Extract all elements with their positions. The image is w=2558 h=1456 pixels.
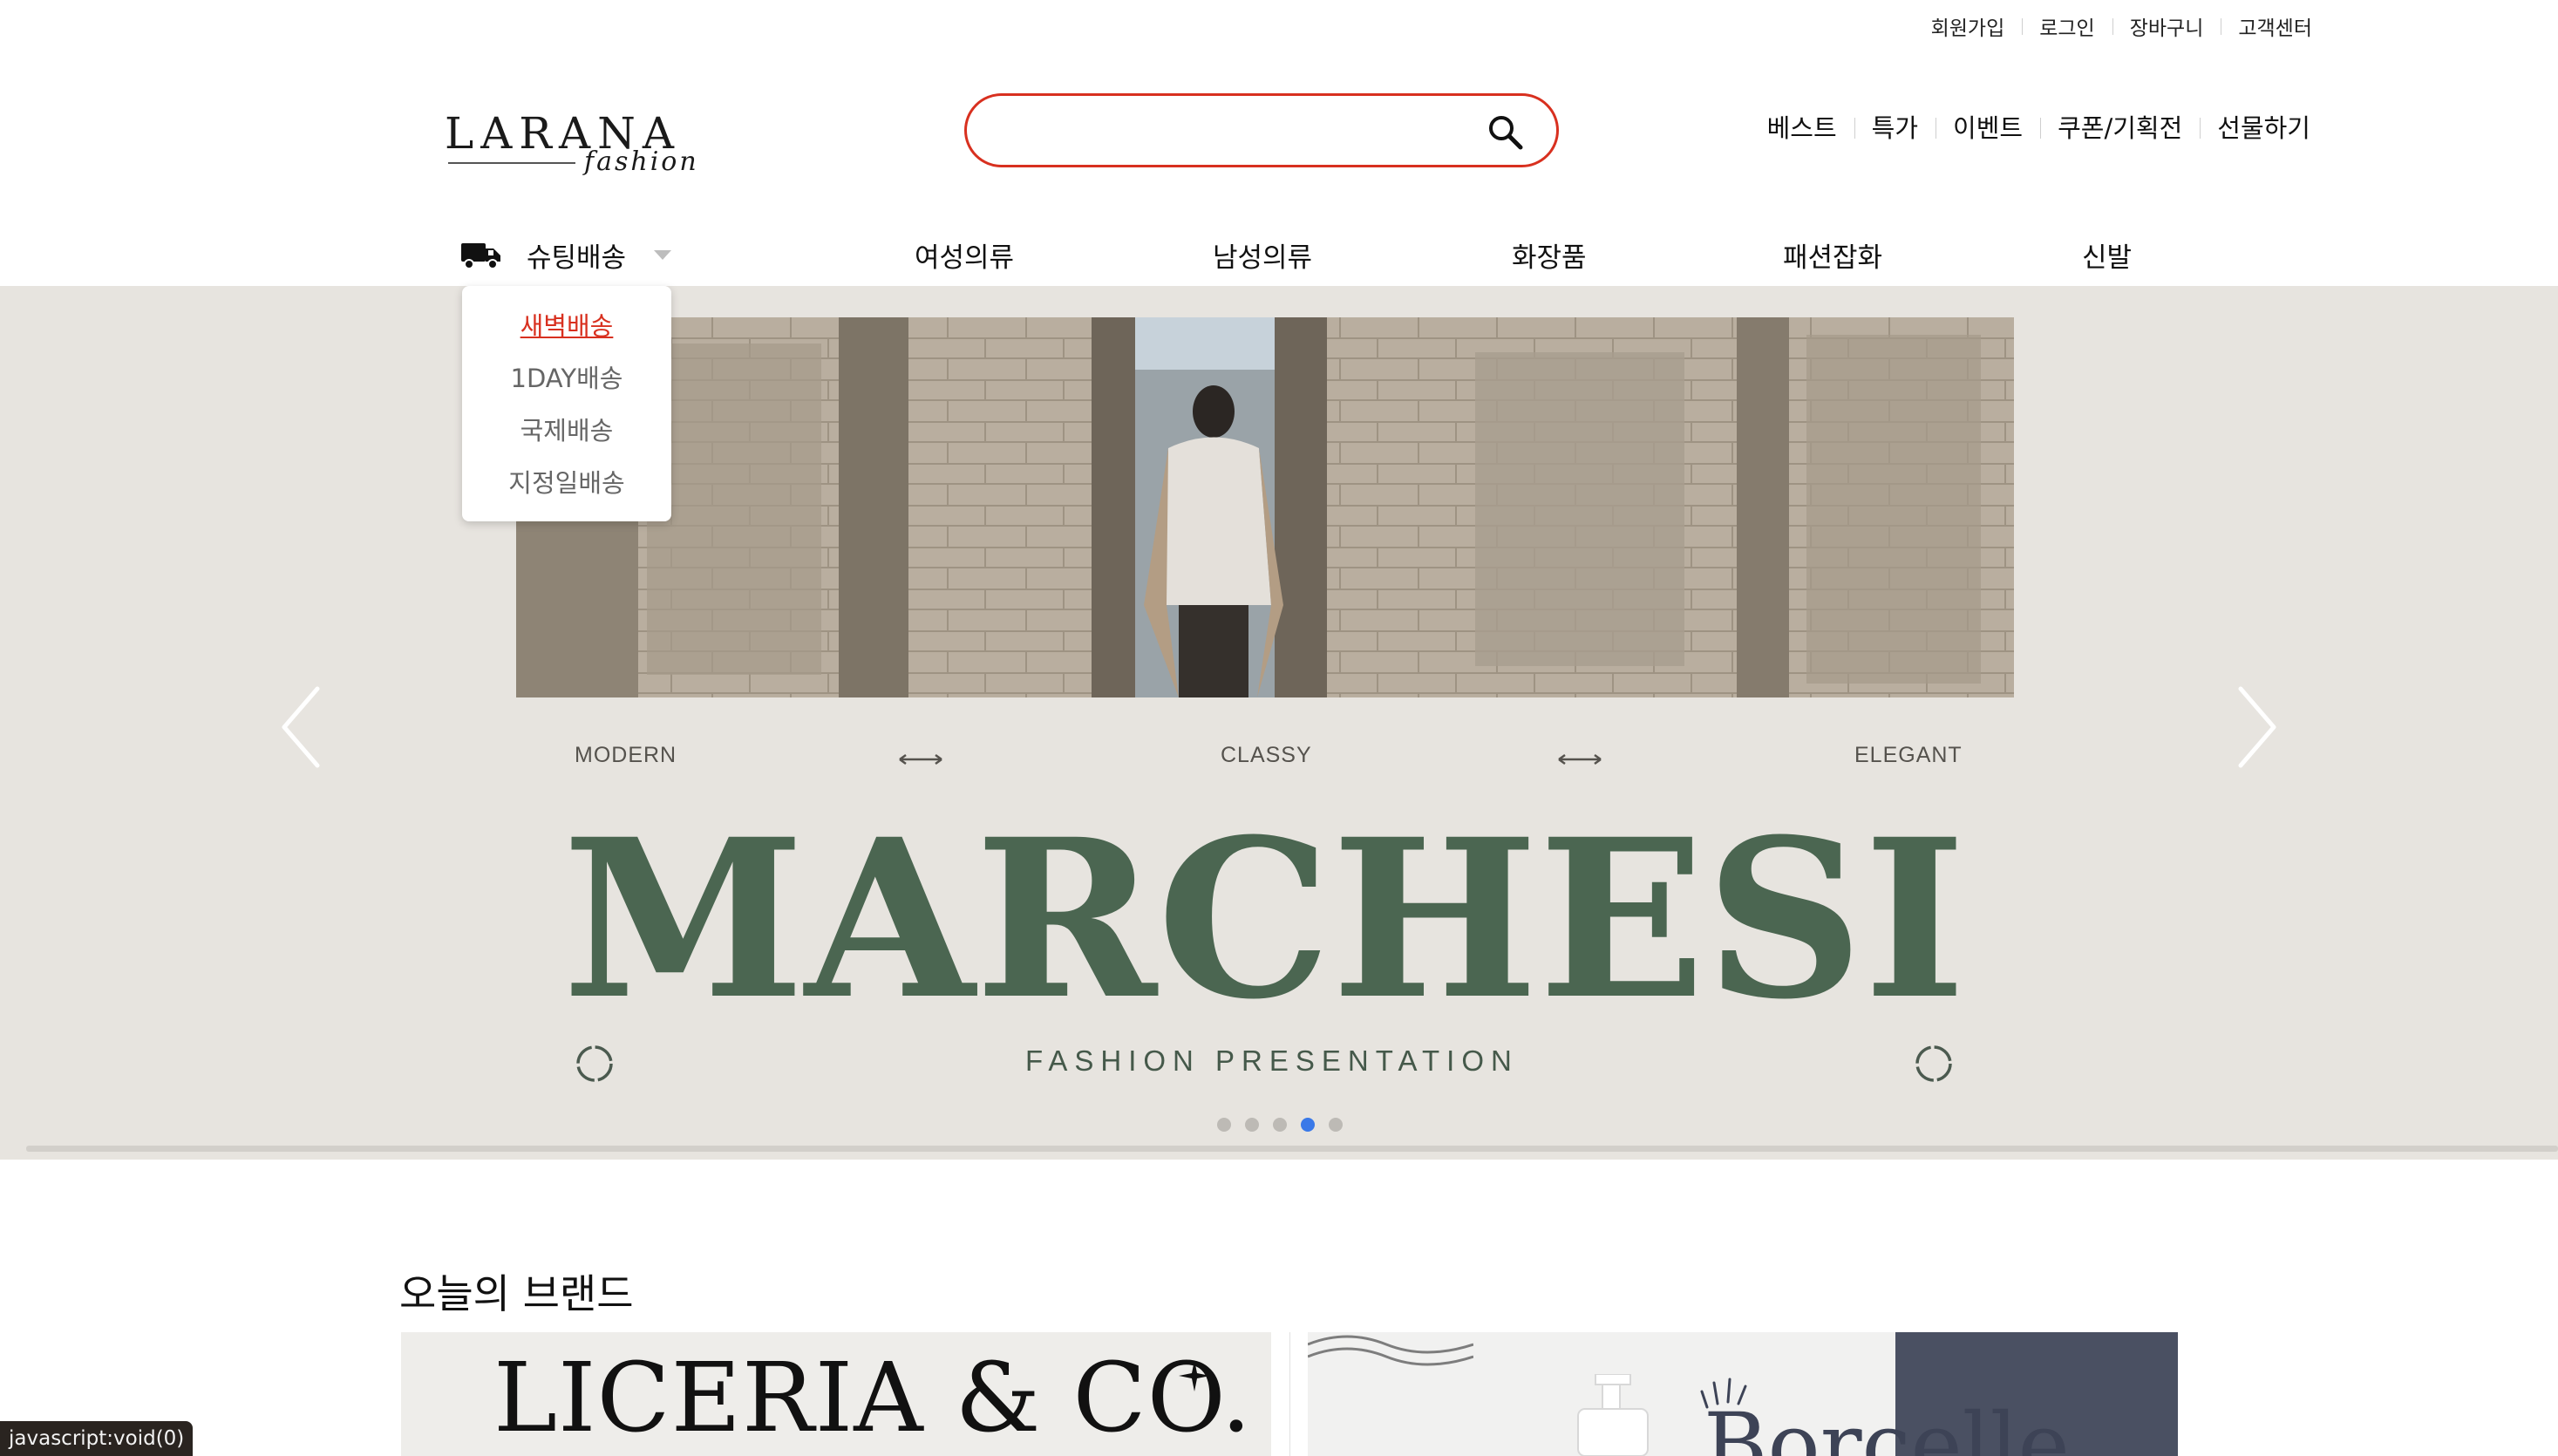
- ring-ornament-icon: [1915, 1045, 1952, 1082]
- hero-brand-text: MARCHESI: [562, 802, 1966, 1029]
- utility-nav: 회원가입 로그인 장바구니 고객센터: [1914, 10, 2312, 42]
- quick-nav-best[interactable]: 베스트: [1750, 108, 1854, 145]
- hero-tag-classy: CLASSY: [1221, 743, 1312, 767]
- hero-brand-title: MARCHESI: [562, 802, 1966, 1029]
- double-arrow-icon: [1558, 753, 1602, 765]
- hero-banner: MODERN CLASSY ELEGANT MARCHESI FASHION P…: [0, 286, 2558, 1160]
- dropdown-item-international-delivery[interactable]: 국제배송: [462, 405, 671, 457]
- dropdown-item-1day-delivery[interactable]: 1DAY배송: [462, 352, 671, 405]
- hero-scrollbar[interactable]: [26, 1146, 2558, 1152]
- hero-photo: [516, 317, 2014, 697]
- shipping-menu-label: 슈팅배송: [527, 242, 627, 274]
- brand-card[interactable]: Borcelle: [1308, 1332, 2178, 1456]
- logo-underline: [448, 162, 575, 164]
- category-shoes[interactable]: 신발: [2082, 235, 2132, 275]
- hero-photo-image: [516, 317, 2014, 697]
- brand-card-name: LICERIA & CO.: [493, 1342, 1253, 1453]
- search-input[interactable]: [993, 110, 1464, 152]
- hero-tag-modern: MODERN: [575, 743, 677, 767]
- hero-next-arrow-icon[interactable]: [2234, 684, 2281, 771]
- double-arrow-icon: [899, 753, 942, 765]
- brand-card-name: Borcelle: [1704, 1394, 2070, 1456]
- category-nav: 슈팅배송 여성의류 남성의류 화장품 패션잡화 신발: [0, 228, 2558, 284]
- site-logo[interactable]: LARANA fashion: [445, 112, 697, 178]
- search-bar: [964, 93, 1559, 167]
- quick-nav-deals[interactable]: 특가: [1854, 108, 1936, 145]
- pagination-dot-active[interactable]: [1301, 1118, 1315, 1132]
- login-link[interactable]: 로그인: [2022, 11, 2112, 41]
- wave-ornament-icon: [1308, 1335, 1473, 1366]
- truck-icon: [461, 243, 500, 269]
- quick-nav: 베스트 특가 이벤트 쿠폰/기획전 선물하기: [1750, 108, 2310, 145]
- pagination-dot[interactable]: [1329, 1118, 1343, 1132]
- category-womens[interactable]: 여성의류: [915, 235, 1014, 275]
- ring-ornament-icon: [576, 1045, 613, 1082]
- hero-prev-arrow-icon[interactable]: [277, 684, 324, 771]
- hero-pagination: [1217, 1118, 1343, 1132]
- dropdown-item-dawn-delivery[interactable]: 새벽배송: [462, 300, 671, 352]
- product-bottle-icon: [1577, 1374, 1649, 1456]
- browser-status-bar: javascript:void(0): [0, 1421, 194, 1456]
- shipping-dropdown: 새벽배송 1DAY배송 국제배송 지정일배송: [462, 286, 671, 521]
- customer-center-link[interactable]: 고객센터: [2221, 11, 2312, 41]
- category-mens[interactable]: 남성의류: [1213, 235, 1312, 275]
- quick-nav-coupons[interactable]: 쿠폰/기획전: [2040, 108, 2200, 145]
- pagination-dot[interactable]: [1217, 1118, 1231, 1132]
- shipping-menu-toggle[interactable]: 슈팅배송: [460, 228, 672, 281]
- todays-brand-title: 오늘의 브랜드: [399, 1270, 634, 1317]
- pagination-dot[interactable]: [1245, 1118, 1259, 1132]
- search-icon[interactable]: [1486, 113, 1525, 152]
- chevron-down-icon: [654, 249, 672, 260]
- signup-link[interactable]: 회원가입: [1914, 11, 2023, 41]
- pagination-dot[interactable]: [1273, 1118, 1287, 1132]
- quick-nav-gifts[interactable]: 선물하기: [2200, 108, 2310, 145]
- cart-link[interactable]: 장바구니: [2112, 11, 2221, 41]
- dropdown-item-scheduled-delivery[interactable]: 지정일배송: [462, 457, 671, 509]
- quick-nav-events[interactable]: 이벤트: [1936, 108, 2040, 145]
- hero-tag-elegant: ELEGANT: [1854, 743, 1963, 767]
- card-divider: [1289, 1332, 1290, 1456]
- hero-subtitle: FASHION PRESENTATION: [1025, 1044, 1519, 1077]
- brand-card[interactable]: LICERIA & CO.: [401, 1332, 1271, 1456]
- category-accessories[interactable]: 패션잡화: [1783, 235, 1882, 275]
- category-cosmetics[interactable]: 화장품: [1512, 235, 1587, 275]
- logo-subtitle: fashion: [584, 146, 699, 177]
